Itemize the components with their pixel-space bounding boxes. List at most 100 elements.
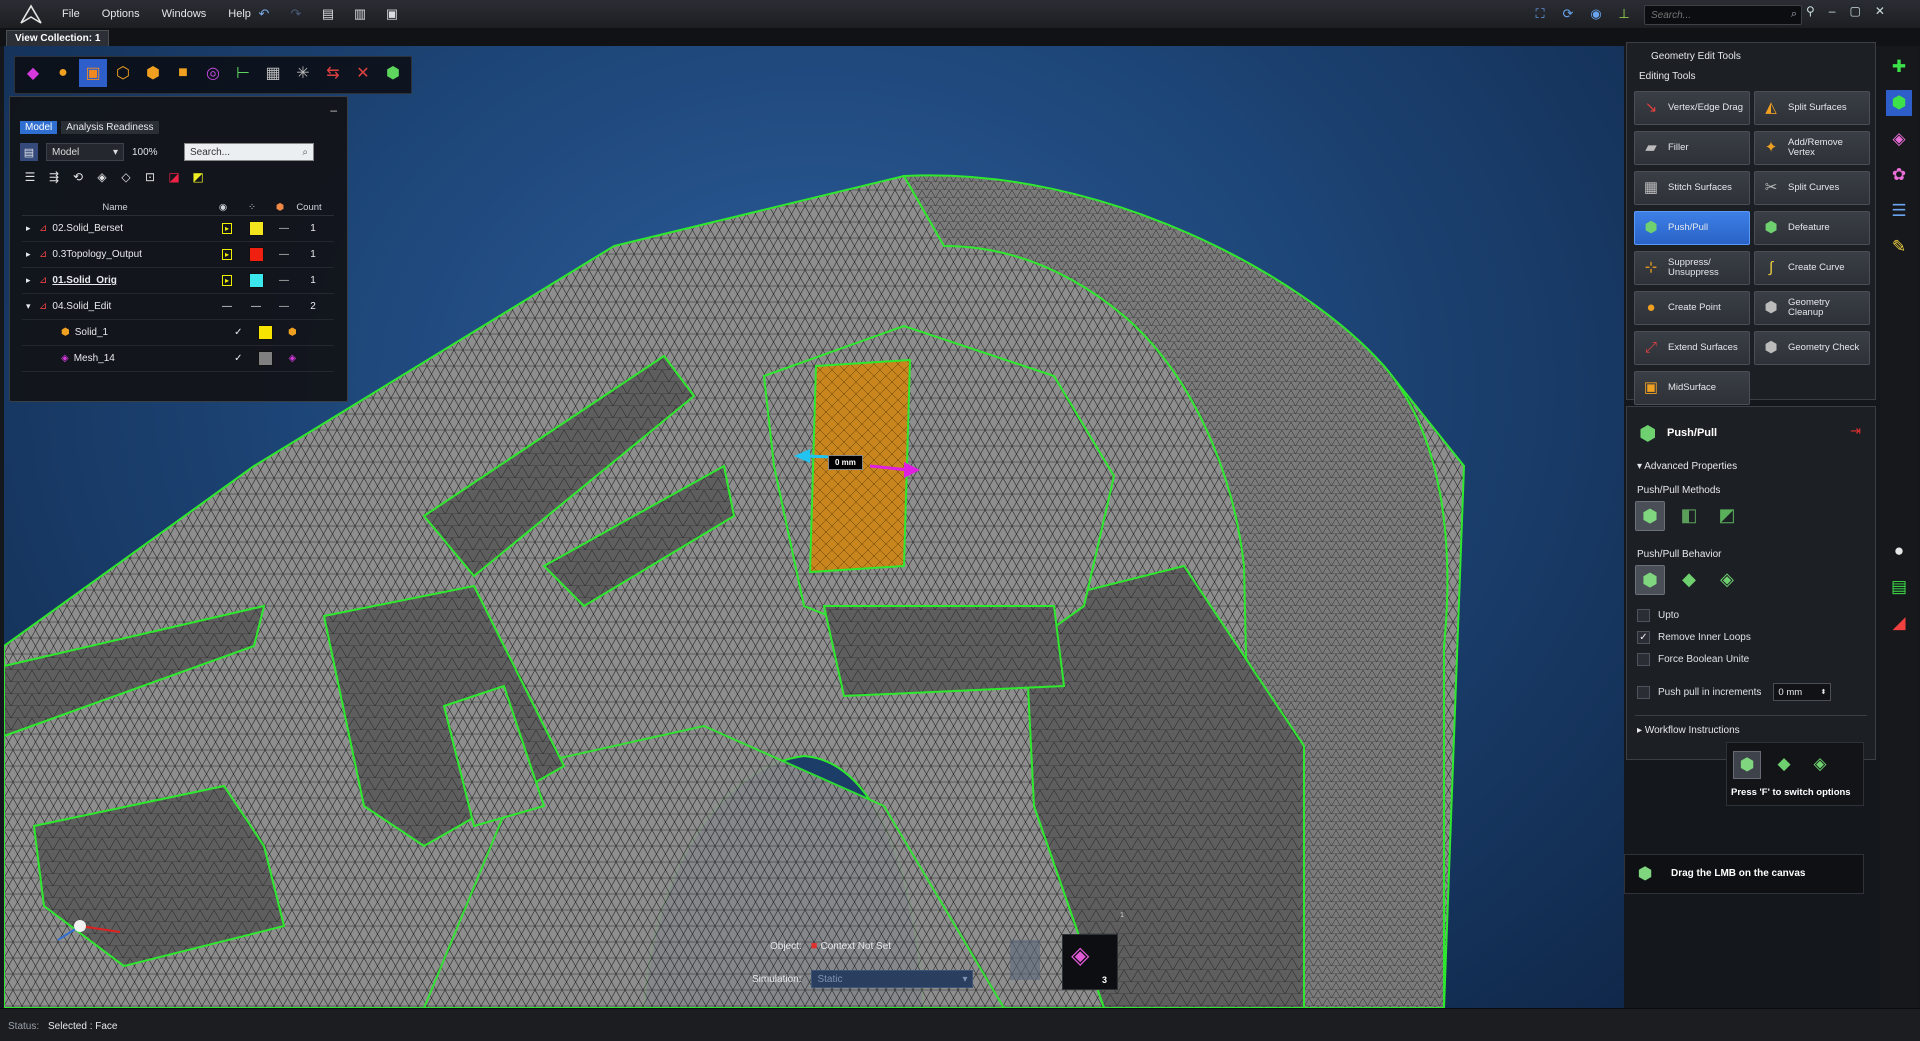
tool-vertex-edge-drag[interactable]: ↘ Vertex/Edge Drag: [1634, 91, 1750, 125]
open-file-icon[interactable]: ▤: [318, 4, 338, 24]
expand-icon[interactable]: ▸: [26, 223, 34, 234]
option-3-icon[interactable]: ◈: [1807, 751, 1833, 777]
solid-box-icon[interactable]: ■: [169, 59, 197, 87]
cross-arrows-icon[interactable]: ✕: [349, 59, 377, 87]
tool-create-point[interactable]: ● Create Point: [1634, 291, 1750, 325]
tool-extend-surfaces[interactable]: ⤢ Extend Surfaces: [1634, 331, 1750, 365]
list-icon[interactable]: ☰: [1886, 198, 1912, 224]
list-tree-icon[interactable]: ☰: [22, 169, 38, 185]
geometry-edit-icon[interactable]: ⬢: [1886, 90, 1912, 116]
method-taper-icon[interactable]: ◩: [1713, 501, 1741, 529]
col-count[interactable]: Count: [294, 202, 324, 213]
load-case-icon[interactable]: [1010, 940, 1040, 980]
remove-inner-loops-checkbox[interactable]: ✓: [1637, 631, 1650, 644]
color-swatch[interactable]: [242, 247, 270, 262]
color-col-icon[interactable]: ⁘: [238, 202, 266, 213]
tab-model[interactable]: Model: [20, 121, 58, 134]
search-icon[interactable]: ⌕: [1791, 8, 1797, 21]
mesh-sphere-icon[interactable]: ◎: [199, 59, 227, 87]
save-as-icon[interactable]: ▥: [350, 4, 370, 24]
tool-push-pull[interactable]: ⬢ Push/Pull: [1634, 211, 1750, 245]
tool-split-curves[interactable]: ✂ Split Curves: [1754, 171, 1870, 205]
zoom-value[interactable]: 100%: [132, 147, 176, 158]
menu-options[interactable]: Options: [102, 8, 140, 20]
color-swatch[interactable]: —: [242, 301, 270, 312]
object-value[interactable]: Context Not Set: [820, 941, 891, 952]
collapse-panel-icon[interactable]: –: [330, 103, 337, 117]
menu-help[interactable]: Help: [228, 8, 251, 20]
visibility-toggle[interactable]: —: [212, 301, 242, 312]
tool-stitch-surfaces[interactable]: ▦ Stitch Surfaces: [1634, 171, 1750, 205]
method-offset-icon[interactable]: ◧: [1675, 501, 1703, 529]
option-1-icon[interactable]: ⬢: [1733, 751, 1761, 779]
model-search[interactable]: Search... ⌕: [184, 143, 314, 161]
visibility-toggle[interactable]: ▸: [212, 249, 242, 260]
color-swatch[interactable]: [253, 351, 280, 366]
visibility-toggle[interactable]: ✓: [224, 327, 252, 338]
tree-row[interactable]: ▸ ⊿ 0.3Topology_Output ▸ — 1: [22, 242, 334, 268]
isolate-icon[interactable]: ⊡: [142, 169, 158, 185]
editing-tools-header[interactable]: Editing Tools: [1611, 71, 1696, 82]
find-icon[interactable]: ⚲: [1806, 4, 1815, 18]
color-icon[interactable]: ◪: [166, 169, 182, 185]
expand-icon[interactable]: ▾: [26, 301, 34, 312]
global-search[interactable]: ⌕: [1644, 5, 1802, 25]
sphere-view-icon[interactable]: ●: [1886, 538, 1912, 564]
tool-add-remove-vertex[interactable]: ✦ Add/Remove Vertex: [1754, 131, 1870, 165]
color-swatch[interactable]: [242, 221, 270, 236]
clip-plane-icon[interactable]: ⊢: [229, 59, 257, 87]
geometry-tools-header[interactable]: Geometry Edit Tools: [1623, 51, 1741, 62]
wire-cube-icon[interactable]: ▣: [79, 59, 107, 87]
green-cube-icon[interactable]: ⬢: [379, 59, 407, 87]
workflow-instructions-header[interactable]: ▸ Workflow Instructions: [1637, 725, 1740, 736]
show-icon[interactable]: ◈: [94, 169, 110, 185]
advanced-properties-header[interactable]: ▾ Advanced Properties: [1637, 461, 1737, 472]
undo-icon[interactable]: ↶: [254, 4, 274, 24]
tool-create-curve[interactable]: ∫ Create Curve: [1754, 251, 1870, 285]
tab-view-collection[interactable]: View Collection: 1: [6, 30, 110, 47]
type-col-icon[interactable]: ⬢: [266, 202, 294, 213]
visibility-toggle[interactable]: ▸: [212, 223, 242, 234]
tool-midsurface[interactable]: ▣ MidSurface: [1634, 371, 1750, 405]
col-name[interactable]: Name: [22, 202, 208, 213]
box-edges-icon[interactable]: ⬢: [139, 59, 167, 87]
simulation-dropdown[interactable]: Static ▾: [811, 970, 974, 988]
box-outline-icon[interactable]: ⬡: [109, 59, 137, 87]
color-swatch[interactable]: [242, 273, 270, 288]
shaded-cube-icon[interactable]: ◆: [19, 59, 47, 87]
option-2-icon[interactable]: ◆: [1771, 751, 1797, 777]
eye-icon[interactable]: ◉: [208, 202, 238, 213]
expand-icon[interactable]: ▸: [26, 275, 34, 286]
force-boolean-checkbox[interactable]: [1637, 653, 1650, 666]
increments-option[interactable]: Push pull in increments 0 mm ⬍: [1637, 683, 1832, 701]
close-icon[interactable]: ✕: [1875, 4, 1885, 18]
maximize-icon[interactable]: ▢: [1849, 4, 1860, 18]
surface-icon[interactable]: ◈: [1886, 126, 1912, 152]
axis-icon[interactable]: ⊥: [1614, 4, 1634, 24]
tab-analysis-readiness[interactable]: Analysis Readiness: [61, 121, 159, 134]
tree-row[interactable]: ▸ ⊿ 02.Solid_Berset ▸ — 1: [22, 216, 334, 242]
rotate-view-icon[interactable]: ⟳: [1558, 4, 1578, 24]
add-icon[interactable]: ✚: [1886, 54, 1912, 80]
hide-icon[interactable]: ◇: [118, 169, 134, 185]
redo-icon[interactable]: ↷: [286, 4, 306, 24]
sphere-icon[interactable]: ●: [49, 59, 77, 87]
minimize-icon[interactable]: –: [1829, 4, 1836, 18]
filter-tree-icon[interactable]: ⇶: [46, 169, 62, 185]
color-swatch[interactable]: [253, 325, 280, 340]
model-view-icon[interactable]: ▤: [20, 143, 38, 161]
method-push-icon[interactable]: ⬢: [1635, 501, 1665, 531]
layers-icon[interactable]: ▤: [1886, 574, 1912, 600]
remove-inner-loops-option[interactable]: ✓ Remove Inner Loops: [1637, 631, 1751, 644]
model-dropdown[interactable]: Model ▾: [46, 143, 124, 161]
mesh-selector[interactable]: ◈ 3: [1062, 934, 1118, 990]
tool-geometry-check[interactable]: ⬢ Geometry Check: [1754, 331, 1870, 365]
behavior-split-icon[interactable]: ◈: [1713, 565, 1741, 593]
menu-windows[interactable]: Windows: [162, 8, 207, 20]
refresh-icon[interactable]: ⟲: [70, 169, 86, 185]
tool-defeature[interactable]: ⬢ Defeature: [1754, 211, 1870, 245]
force-boolean-option[interactable]: Force Boolean Unite: [1637, 653, 1749, 666]
pen-icon[interactable]: ✎: [1886, 234, 1912, 260]
visibility-toggle[interactable]: ▸: [212, 275, 242, 286]
behavior-subtract-icon[interactable]: ◆: [1675, 565, 1703, 593]
